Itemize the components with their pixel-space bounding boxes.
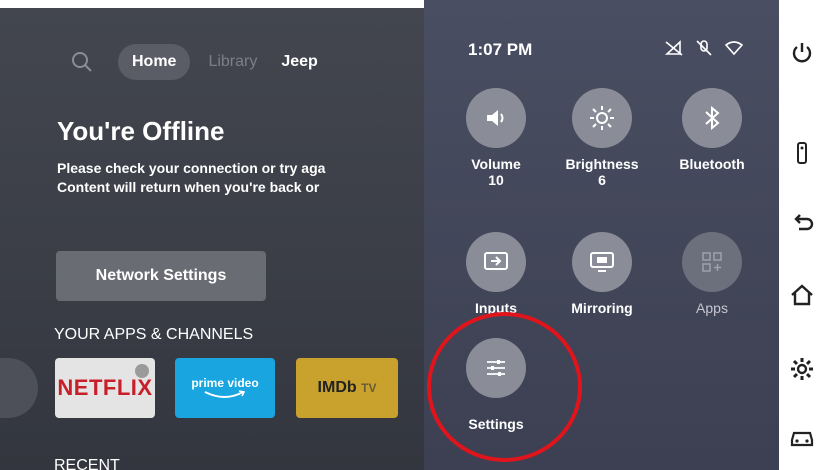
volume-control[interactable]: Volume 10 [446,88,546,188]
inputs-icon [484,252,508,270]
brightness-label: Brightness [565,156,639,172]
recent-section-title: RECENT [54,457,120,470]
nav-home-tab[interactable]: Home [118,44,191,80]
mirroring-control[interactable]: Mirroring [552,232,652,316]
search-icon[interactable] [70,50,94,74]
volume-label: Volume [471,156,521,172]
clock: 1:07 PM [468,40,533,59]
volume-button[interactable] [466,88,526,148]
remote-icon[interactable] [789,140,815,166]
mic-off-icon [696,40,712,56]
inputs-button[interactable] [466,232,526,292]
nav-jeep-tab[interactable]: Jeep [281,53,317,71]
apps-label: Apps [696,300,728,316]
mirroring-button[interactable] [572,232,632,292]
imdb-tv-tile[interactable]: IMDb TV [296,358,398,418]
status-icons [664,38,744,58]
power-icon[interactable] [789,40,815,66]
apps-grid-icon [702,252,722,272]
network-settings-button[interactable]: Network Settings [56,251,266,301]
no-signal-icon [664,40,683,56]
imdb-tv-suffix: TV [361,381,377,395]
home-icon[interactable] [789,282,815,308]
bluetooth-control[interactable]: Bluetooth [662,88,762,172]
top-nav: Home Library Jeep [70,44,318,80]
prime-video-logo: prime video [191,376,259,390]
brightness-button[interactable] [572,88,632,148]
brightness-control[interactable]: Brightness 6 [552,88,652,188]
more-options-icon [135,364,149,378]
offline-message-line2: Content will return when you're back or [57,179,320,195]
app-tile-partial[interactable] [0,358,38,418]
prime-video-tile[interactable]: prime video [175,358,275,418]
bluetooth-icon [705,105,720,131]
imdb-logo: IMDb [317,379,357,396]
volume-icon [487,110,504,126]
wifi-icon [724,41,744,56]
back-icon[interactable] [789,210,815,236]
prime-smile-icon [204,390,246,398]
bluetooth-button[interactable] [682,88,742,148]
volume-value: 10 [488,172,504,188]
side-nav-strip [779,0,825,470]
highlight-circle [427,312,582,462]
apps-button[interactable] [682,232,742,292]
apps-section-title: YOUR APPS & CHANNELS [54,326,254,343]
bluetooth-label: Bluetooth [679,156,745,172]
offline-message-line1: Please check your connection or try aga [57,160,326,176]
inputs-control[interactable]: Inputs [446,232,546,316]
mirroring-icon [590,252,614,272]
offline-title: You're Offline [57,116,225,146]
brightness-icon [590,106,614,130]
netflix-tile[interactable]: NETFLIX [55,358,155,418]
brightness-value: 6 [598,172,606,188]
netflix-logo: NETFLIX [57,375,153,400]
car-icon[interactable] [789,424,815,450]
mirroring-label: Mirroring [571,300,633,316]
nav-library-tab[interactable]: Library [208,53,257,71]
apps-control[interactable]: Apps [662,232,762,316]
settings-gear-icon[interactable] [789,356,815,382]
home-screen: Home Library Jeep You're Offline Please … [0,8,440,470]
offline-message: Please check your connection or try aga … [57,159,325,197]
